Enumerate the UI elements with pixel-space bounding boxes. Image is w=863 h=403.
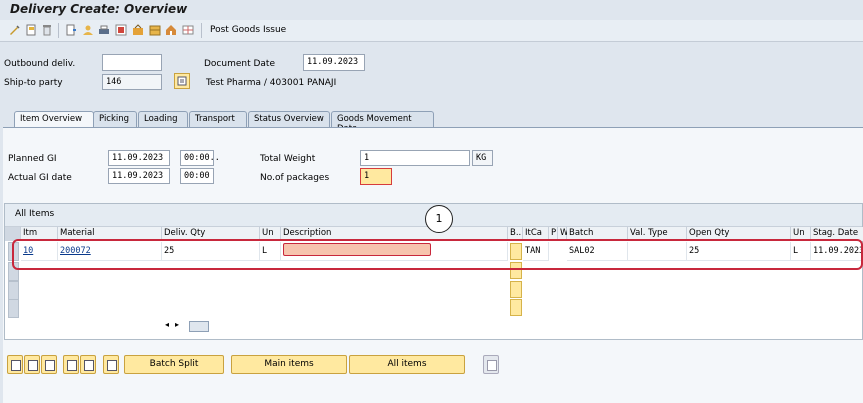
deselect-icon bbox=[45, 360, 55, 371]
all-items-button[interactable]: All items bbox=[349, 355, 465, 374]
overview-grid-icon[interactable] bbox=[182, 24, 194, 36]
output-icon[interactable] bbox=[115, 24, 127, 36]
find-button[interactable] bbox=[103, 355, 119, 374]
detail-icon bbox=[11, 360, 21, 371]
actual-gi-date-field[interactable]: 11.09.2023 bbox=[108, 168, 170, 184]
scroll-thumb[interactable] bbox=[189, 321, 209, 332]
planned-gi-label: Planned GI bbox=[8, 154, 57, 164]
disabled-icon bbox=[487, 360, 497, 371]
deselect-all-button[interactable] bbox=[41, 355, 57, 374]
ship-to-label: Ship-to party bbox=[4, 78, 63, 88]
post-goods-issue-button[interactable]: Post Goods Issue bbox=[210, 25, 286, 35]
insert-row-icon bbox=[67, 360, 77, 371]
tab-goods-movement-data[interactable]: Goods Movement Data bbox=[331, 111, 434, 134]
row-highlight-annotation bbox=[12, 239, 863, 270]
weight-unit-field[interactable]: KG bbox=[472, 150, 493, 166]
main-items-button[interactable]: Main items bbox=[231, 355, 347, 374]
tab-status-overview[interactable]: Status Overview bbox=[248, 111, 330, 127]
packages-label: No.of packages bbox=[260, 173, 330, 183]
scroll-right-icon[interactable]: ▸ bbox=[175, 320, 179, 329]
detail-item-button[interactable] bbox=[7, 355, 23, 374]
scroll-left-icon[interactable]: ◂ bbox=[165, 320, 169, 329]
delete-row-button[interactable] bbox=[80, 355, 96, 374]
batch-split-button[interactable]: Batch Split bbox=[124, 355, 224, 374]
create-icon[interactable] bbox=[25, 24, 37, 36]
picking-icon[interactable] bbox=[132, 24, 144, 36]
grid-title: All Items bbox=[15, 209, 55, 219]
tab-picking[interactable]: Picking bbox=[93, 111, 137, 127]
print-icon[interactable] bbox=[98, 24, 110, 36]
change-display-icon[interactable] bbox=[8, 24, 20, 36]
total-weight-label: Total Weight bbox=[260, 154, 316, 164]
window-title: Delivery Create: Overview bbox=[10, 2, 188, 16]
delete-icon[interactable] bbox=[41, 24, 53, 36]
select-all-icon bbox=[28, 360, 38, 371]
document-date-field[interactable]: 11.09.2023 bbox=[303, 54, 365, 71]
tab-strip: Item Overview Picking Loading Transport … bbox=[10, 111, 863, 134]
outbound-deliv-label: Outbound deliv. bbox=[4, 59, 76, 69]
batch-status-box[interactable] bbox=[510, 281, 522, 298]
select-all-button[interactable] bbox=[24, 355, 40, 374]
partner-icon[interactable] bbox=[82, 24, 94, 36]
planned-gi-date-field[interactable]: 11.09.2023 bbox=[108, 150, 170, 166]
horizontal-scroll[interactable]: ◂ ▸ bbox=[165, 320, 209, 332]
tab-loading[interactable]: Loading bbox=[138, 111, 188, 127]
ship-to-field[interactable]: 146 bbox=[102, 74, 162, 90]
application-toolbar: Post Goods Issue bbox=[0, 20, 863, 42]
home-icon[interactable] bbox=[165, 24, 177, 36]
ship-to-name: Test Pharma / 403001 PANAJI bbox=[206, 78, 337, 88]
find-icon bbox=[107, 360, 117, 371]
planned-gi-time-field[interactable]: 00:00.. bbox=[180, 150, 220, 166]
title-bar: Delivery Create: Overview bbox=[0, 0, 863, 20]
tab-transport[interactable]: Transport bbox=[189, 111, 247, 127]
document-icon[interactable] bbox=[65, 24, 77, 36]
actual-gi-label: Actual GI date bbox=[8, 173, 72, 183]
row-selector[interactable] bbox=[8, 299, 19, 318]
address-icon bbox=[177, 76, 187, 86]
insert-row-button[interactable] bbox=[63, 355, 79, 374]
disabled-button bbox=[483, 355, 499, 374]
batch-status-box[interactable] bbox=[510, 299, 522, 316]
outbound-deliv-field[interactable] bbox=[102, 54, 162, 71]
total-weight-field[interactable]: 1 bbox=[360, 150, 470, 166]
actual-gi-time-field[interactable]: 00:00 bbox=[180, 168, 214, 184]
row-selector[interactable] bbox=[8, 281, 19, 300]
packing-icon[interactable] bbox=[149, 24, 161, 36]
callout-badge: 1 bbox=[425, 205, 453, 233]
delete-row-icon bbox=[84, 360, 94, 371]
tab-item-overview[interactable]: Item Overview bbox=[14, 111, 94, 128]
document-date-label: Document Date bbox=[204, 59, 275, 69]
packages-field[interactable]: 1 bbox=[360, 168, 392, 185]
ship-to-details-button[interactable] bbox=[174, 73, 190, 89]
